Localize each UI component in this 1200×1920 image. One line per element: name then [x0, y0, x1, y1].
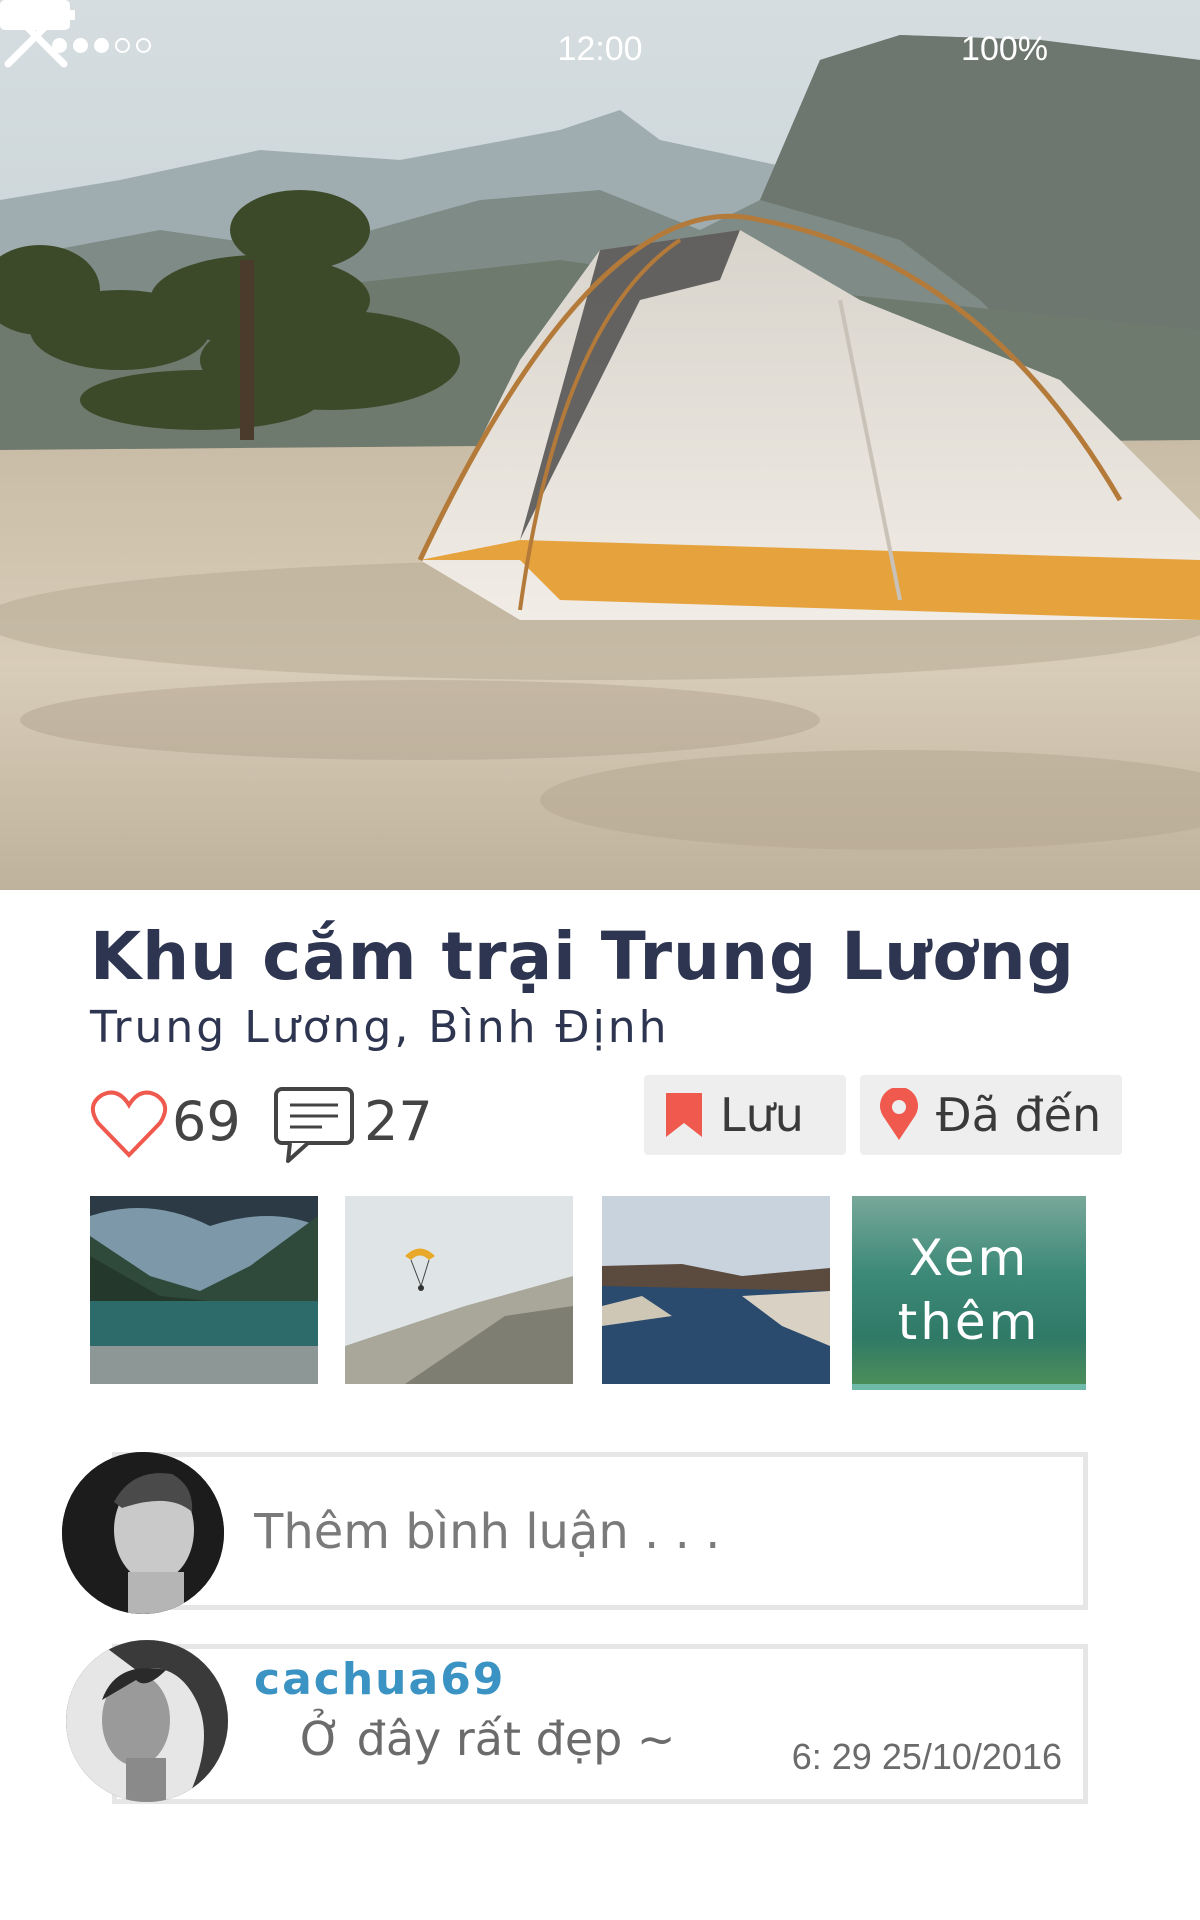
like-count: 69 [172, 1090, 241, 1153]
gallery-thumbnail[interactable] [602, 1196, 830, 1384]
user-avatar-photo [62, 1452, 224, 1614]
reservoir-photo [602, 1196, 830, 1384]
heart-icon[interactable] [90, 1085, 168, 1163]
comment-text: Ở đây rất đẹp ~ [300, 1712, 676, 1766]
see-more-label: Xem thêm [879, 1226, 1059, 1354]
place-detail-screen: 12:00 100% Khu cắm trại Trung Lương Trun… [0, 0, 1200, 1920]
place-location: Trung Lương, Bình Định [90, 1002, 670, 1053]
been-here-label: Đã đến [936, 1088, 1102, 1142]
lake-mountains-photo [90, 1196, 318, 1384]
comment-input[interactable] [254, 1492, 1054, 1572]
comment-timestamp: 6: 29 25/10/2016 [791, 1736, 1062, 1777]
comment-username[interactable]: cachua69 [254, 1654, 505, 1705]
status-bar: 12:00 100% [0, 0, 1200, 100]
map-pin-icon [880, 1088, 918, 1140]
see-more-button[interactable]: Xem thêm [852, 1196, 1086, 1390]
see-more-line1: Xem [908, 1229, 1030, 1287]
place-title: Khu cắm trại Trung Lương [90, 918, 1075, 995]
save-button[interactable]: Lưu [644, 1075, 846, 1155]
see-more-line2: thêm [897, 1293, 1041, 1351]
close-icon[interactable] [0, 0, 72, 72]
save-label: Lưu [720, 1088, 804, 1142]
been-here-button[interactable]: Đã đến [860, 1075, 1122, 1155]
gallery-thumbnail[interactable] [345, 1196, 573, 1384]
avatar [66, 1640, 228, 1802]
hero-photo: 12:00 100% [0, 0, 1200, 890]
camping-tent-photo [0, 0, 1200, 890]
paraglider-photo [345, 1196, 573, 1384]
avatar [62, 1452, 224, 1614]
bookmark-icon [666, 1093, 702, 1137]
comment-count: 27 [364, 1090, 433, 1153]
commenter-avatar-photo [66, 1640, 228, 1802]
comment-icon[interactable] [272, 1085, 356, 1165]
gallery-thumbnail[interactable] [90, 1196, 318, 1384]
battery-percent: 100% [961, 30, 1048, 68]
